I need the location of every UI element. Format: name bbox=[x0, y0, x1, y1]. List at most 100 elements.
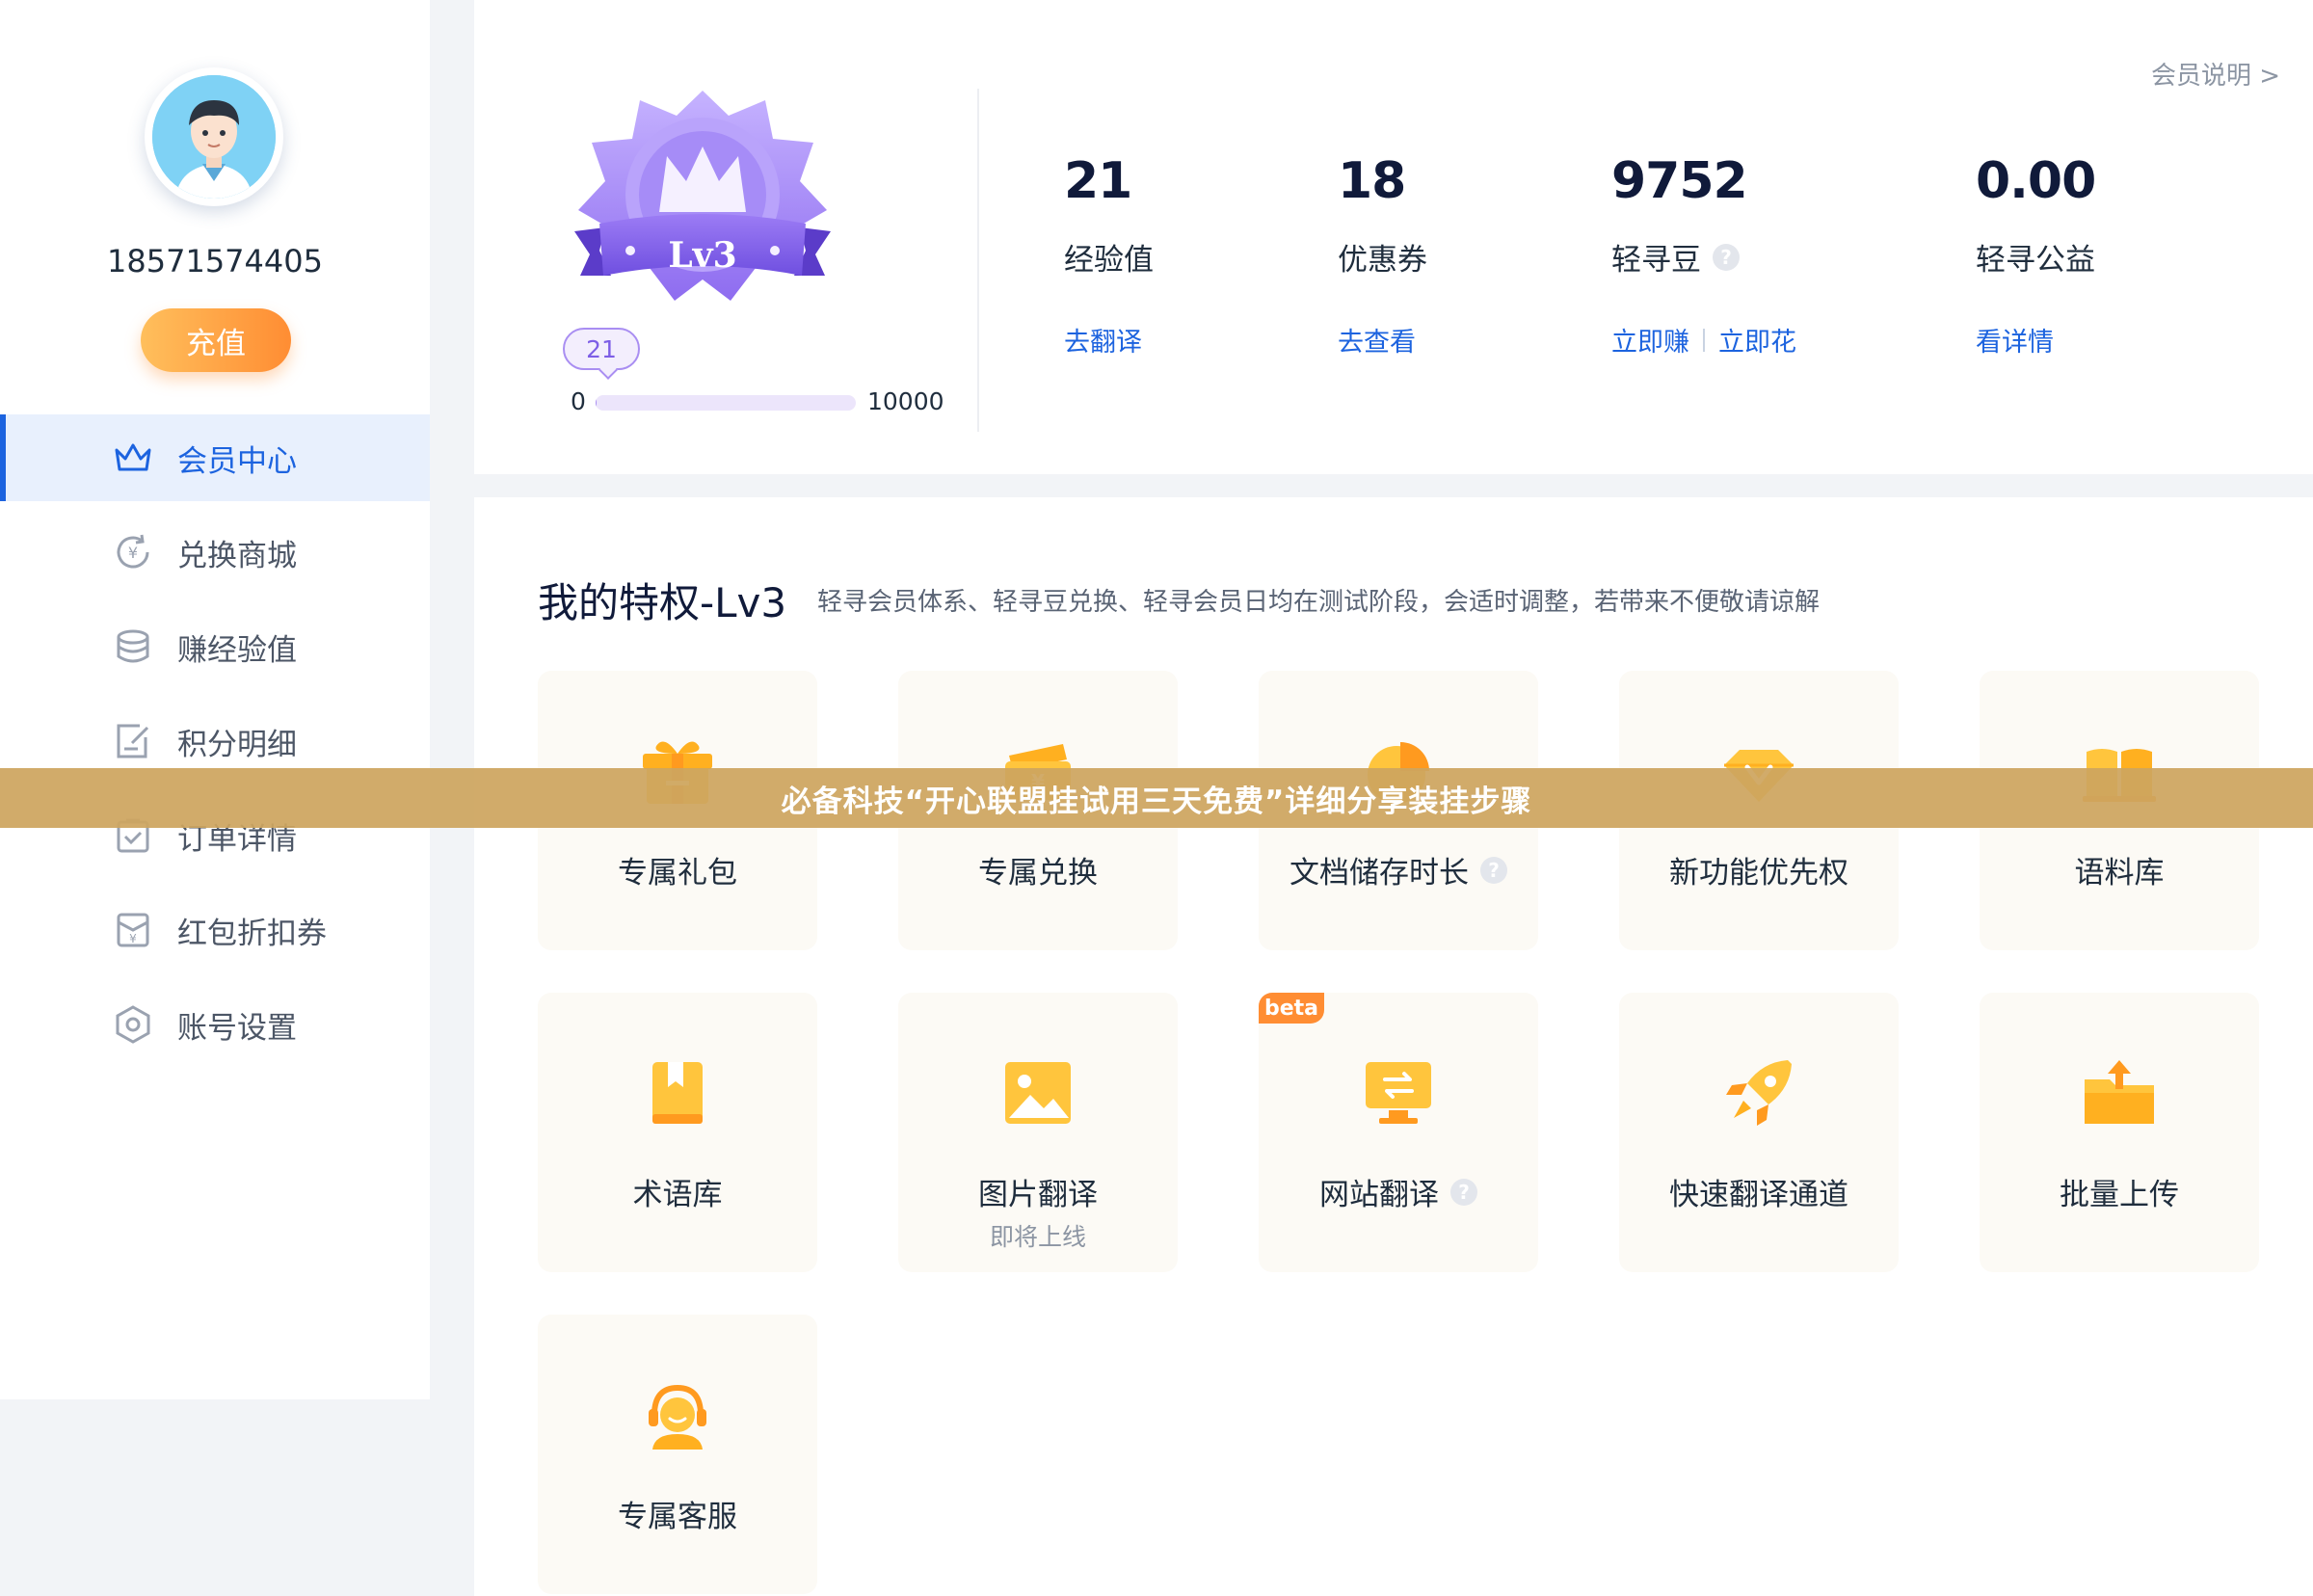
sidebar-item-account-settings[interactable]: 账号设置 bbox=[0, 981, 430, 1068]
sidebar-item-label: 账号设置 bbox=[177, 1010, 297, 1046]
settings-hexagon-icon bbox=[112, 1003, 154, 1046]
card-label: 图片翻译 bbox=[898, 1170, 1178, 1213]
sidebar-item-earn-exp[interactable]: 赚经验值 bbox=[0, 603, 430, 690]
overlay-banner: 必备科技“开心联盟挂试用三天免费”详细分享装挂步骤 bbox=[0, 768, 2313, 828]
avatar[interactable] bbox=[145, 67, 283, 206]
privilege-card-fast-channel[interactable]: 快速翻译通道 bbox=[1619, 993, 1899, 1272]
card-label: 网站翻译 ? bbox=[1259, 1170, 1538, 1213]
privilege-card-customer-service[interactable]: 专属客服 bbox=[538, 1315, 817, 1594]
stat-links: 立即赚 立即花 bbox=[1611, 321, 1796, 359]
stat-label: 轻寻豆 ? bbox=[1611, 235, 1796, 279]
bookmark-book-icon bbox=[639, 1054, 716, 1131]
monitor-icon bbox=[1360, 1054, 1437, 1131]
card-label-text: 专属礼包 bbox=[618, 856, 737, 891]
privileges-panel: 我的特权-Lv3 轻寻会员体系、轻寻豆兑换、轻寻会员日均在测试阶段，会适时调整，… bbox=[474, 497, 2313, 1596]
card-label-text: 术语库 bbox=[632, 1178, 723, 1212]
link-separator bbox=[1703, 328, 1705, 352]
rocket-icon bbox=[1720, 1054, 1797, 1131]
go-translate-link[interactable]: 去翻译 bbox=[1064, 321, 1142, 359]
stat-links: 去查看 bbox=[1338, 321, 1427, 359]
privilege-card-image-translation[interactable]: 图片翻译 即将上线 bbox=[898, 993, 1178, 1272]
privilege-card-terminology[interactable]: 术语库 bbox=[538, 993, 817, 1272]
folder-upload-icon bbox=[2081, 1054, 2158, 1131]
help-icon[interactable]: ? bbox=[1450, 1178, 1477, 1206]
level-max: 10000 bbox=[867, 387, 944, 415]
sidebar-item-exchange-mall[interactable]: ¥ 兑换商城 bbox=[0, 509, 430, 596]
stat-experience: 21 经验值 去翻译 bbox=[1064, 156, 1154, 359]
sidebar-item-label: 兑换商城 bbox=[177, 538, 297, 573]
image-icon bbox=[999, 1054, 1077, 1131]
card-label: 专属礼包 bbox=[538, 848, 817, 891]
stat-label-text: 优惠券 bbox=[1338, 243, 1427, 278]
stat-beans: 9752 轻寻豆 ? 立即赚 立即花 bbox=[1611, 156, 1796, 359]
level-progress-bar bbox=[596, 395, 856, 411]
level-min: 0 bbox=[571, 387, 586, 415]
card-label: 批量上传 bbox=[1980, 1170, 2259, 1213]
edit-document-icon bbox=[112, 720, 154, 762]
level-current-bubble: 21 bbox=[563, 328, 640, 370]
headset-icon bbox=[639, 1376, 716, 1453]
exchange-icon: ¥ bbox=[112, 531, 154, 573]
level-progress-fill bbox=[596, 395, 597, 411]
sidebar-item-label: 赚经验值 bbox=[177, 632, 297, 668]
red-envelope-icon: ¥ bbox=[112, 909, 154, 951]
card-label: 术语库 bbox=[538, 1170, 817, 1213]
stat-label: 轻寻公益 bbox=[1976, 235, 2095, 279]
svg-text:¥: ¥ bbox=[129, 932, 137, 945]
coin-stack-icon bbox=[112, 625, 154, 668]
privilege-card-batch-upload[interactable]: 批量上传 bbox=[1980, 993, 2259, 1272]
card-label-text: 批量上传 bbox=[2060, 1178, 2179, 1212]
stat-coupons: 18 优惠券 去查看 bbox=[1338, 156, 1427, 359]
card-label: 快速翻译通道 bbox=[1619, 1170, 1899, 1213]
card-label: 语料库 bbox=[1980, 848, 2259, 891]
member-info-link[interactable]: 会员说明 > bbox=[2151, 56, 2280, 92]
divider bbox=[977, 89, 979, 432]
sidebar-item-coupons[interactable]: ¥ 红包折扣券 bbox=[0, 887, 430, 973]
card-label-text: 文档储存时长 bbox=[1289, 856, 1469, 891]
card-label-text: 专属客服 bbox=[618, 1500, 737, 1534]
level-badge: Lv3 bbox=[567, 87, 838, 318]
privilege-card-website-translation[interactable]: beta 网站翻译 ? bbox=[1259, 993, 1538, 1272]
help-icon[interactable]: ? bbox=[1480, 856, 1507, 884]
stat-value: 9752 bbox=[1611, 152, 1748, 210]
sidebar: 18571574405 充值 会员中心 ¥ 兑换商城 赚经验值 积分明细 订单详… bbox=[0, 0, 430, 1399]
earn-now-link[interactable]: 立即赚 bbox=[1611, 321, 1689, 359]
stat-label-text: 轻寻豆 bbox=[1611, 243, 1701, 278]
card-label-text: 语料库 bbox=[2074, 856, 2165, 891]
view-coupons-link[interactable]: 去查看 bbox=[1338, 321, 1416, 359]
stat-charity: 0.00 轻寻公益 看详情 bbox=[1976, 152, 2096, 359]
card-label-text: 图片翻译 bbox=[978, 1178, 1098, 1212]
stat-label: 经验值 bbox=[1064, 235, 1154, 279]
card-label-text: 专属兑换 bbox=[978, 856, 1098, 891]
card-label: 文档储存时长 ? bbox=[1259, 848, 1538, 891]
stat-links: 看详情 bbox=[1976, 321, 2095, 359]
card-label: 专属客服 bbox=[538, 1492, 817, 1535]
stat-value: 21 bbox=[1064, 152, 1132, 210]
stat-value: 0.00 bbox=[1976, 152, 2096, 210]
sidebar-item-label: 积分明细 bbox=[177, 727, 297, 762]
user-phone: 18571574405 bbox=[107, 243, 323, 279]
svg-text:¥: ¥ bbox=[128, 544, 138, 562]
sidebar-item-member-center[interactable]: 会员中心 bbox=[0, 414, 430, 501]
spend-now-link[interactable]: 立即花 bbox=[1718, 321, 1796, 359]
card-label: 新功能优先权 bbox=[1619, 848, 1899, 891]
stat-value: 18 bbox=[1338, 152, 1406, 210]
recharge-button[interactable]: 充值 bbox=[141, 308, 291, 372]
stat-label-text: 经验值 bbox=[1064, 243, 1154, 278]
badge-level-text: Lv3 bbox=[668, 235, 737, 276]
crown-icon bbox=[112, 437, 154, 479]
card-label-text: 网站翻译 bbox=[1319, 1178, 1439, 1212]
view-details-link[interactable]: 看详情 bbox=[1976, 321, 2054, 359]
privileges-subtitle: 轻寻会员体系、轻寻豆兑换、轻寻会员日均在测试阶段，会适时调整，若带来不便敬请谅解 bbox=[817, 588, 1821, 617]
sidebar-menu: 会员中心 ¥ 兑换商城 赚经验值 积分明细 订单详情 ¥ 红包折扣券 账号设置 bbox=[0, 414, 430, 1076]
stat-links: 去翻译 bbox=[1064, 321, 1154, 359]
privileges-title: 我的特权-Lv3 bbox=[538, 579, 787, 626]
card-label-text: 新功能优先权 bbox=[1669, 856, 1848, 891]
level-progress: 21 0 10000 bbox=[557, 328, 944, 424]
stat-label-text: 轻寻公益 bbox=[1976, 243, 2095, 278]
member-summary-panel: 会员说明 > Lv3 21 0 10000 21 经验值 去翻译 18 优惠券 … bbox=[474, 0, 2313, 474]
help-icon[interactable]: ? bbox=[1713, 243, 1740, 271]
card-label-text: 快速翻译通道 bbox=[1669, 1178, 1848, 1212]
beta-tag: beta bbox=[1259, 993, 1324, 1024]
coming-soon-note: 即将上线 bbox=[989, 1223, 1086, 1251]
